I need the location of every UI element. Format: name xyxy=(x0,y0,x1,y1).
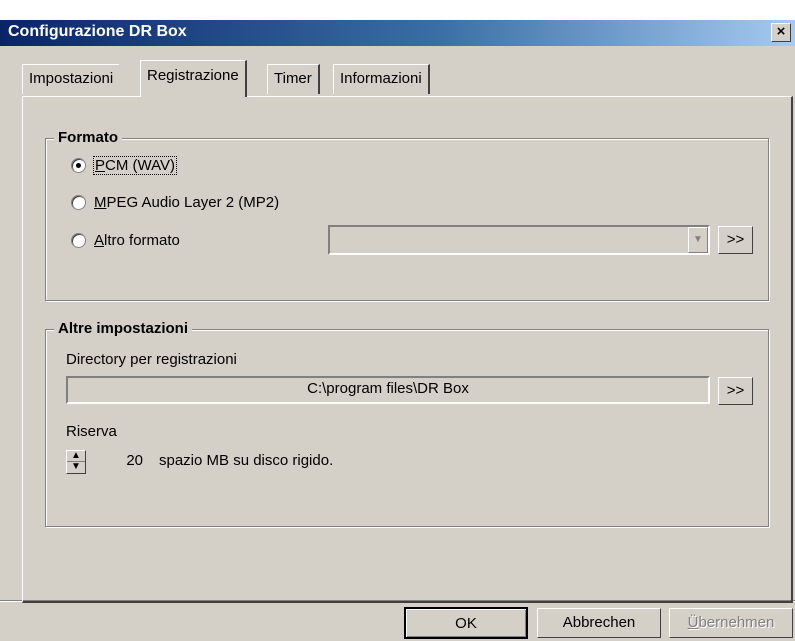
directory-label: Directory per registrazioni xyxy=(66,351,237,368)
stepper-down-icon[interactable]: ▼ xyxy=(67,462,85,473)
altro-formato-combo[interactable]: ▼ xyxy=(328,225,710,255)
formato-more-button[interactable]: >> xyxy=(718,226,753,254)
tab-impostazioni[interactable]: Impostazioni xyxy=(22,64,120,94)
radio-altro-indicator[interactable] xyxy=(71,232,86,248)
tab-timer[interactable]: Timer xyxy=(267,64,320,94)
radio-altro[interactable]: Altro formato xyxy=(71,229,180,251)
radio-mp2[interactable]: MPEG Audio Layer 2 (MP2) xyxy=(71,191,279,213)
window-title: Configurazione DR Box xyxy=(8,23,187,40)
riserva-label: Riserva xyxy=(66,423,117,440)
tab-informazioni[interactable]: Informazioni xyxy=(333,64,430,94)
close-button[interactable]: × xyxy=(771,23,791,42)
tab-registrazione[interactable]: Registrazione xyxy=(140,60,247,97)
riserva-stepper[interactable]: ▲ ▼ xyxy=(66,450,86,474)
directory-field[interactable]: C:\program files\DR Box xyxy=(66,376,710,404)
tab-panel: Formato PCM (WAV) MPEG Audio Layer 2 (MP… xyxy=(22,96,793,603)
formato-group-title: Formato xyxy=(54,129,122,146)
ok-button[interactable]: OK xyxy=(404,607,528,639)
riserva-value[interactable]: 20 xyxy=(95,452,143,469)
cancel-button[interactable]: Abbrechen xyxy=(537,608,661,638)
title-bar[interactable]: Configurazione DR Box × xyxy=(0,20,795,46)
close-icon: × xyxy=(776,23,786,40)
apply-button[interactable]: Übernehmen xyxy=(669,608,793,638)
directory-browse-button[interactable]: >> xyxy=(718,377,753,405)
chevron-down-icon[interactable]: ▼ xyxy=(688,227,708,253)
radio-pcm[interactable]: PCM (WAV) xyxy=(71,154,177,176)
config-dialog: Configurazione DR Box × Impostazioni Reg… xyxy=(0,20,795,641)
radio-pcm-indicator[interactable] xyxy=(71,157,86,173)
radio-mp2-indicator[interactable] xyxy=(71,194,86,210)
riserva-suffix: spazio MB su disco rigido. xyxy=(159,452,334,469)
altre-group-title: Altre impostazioni xyxy=(54,320,193,337)
